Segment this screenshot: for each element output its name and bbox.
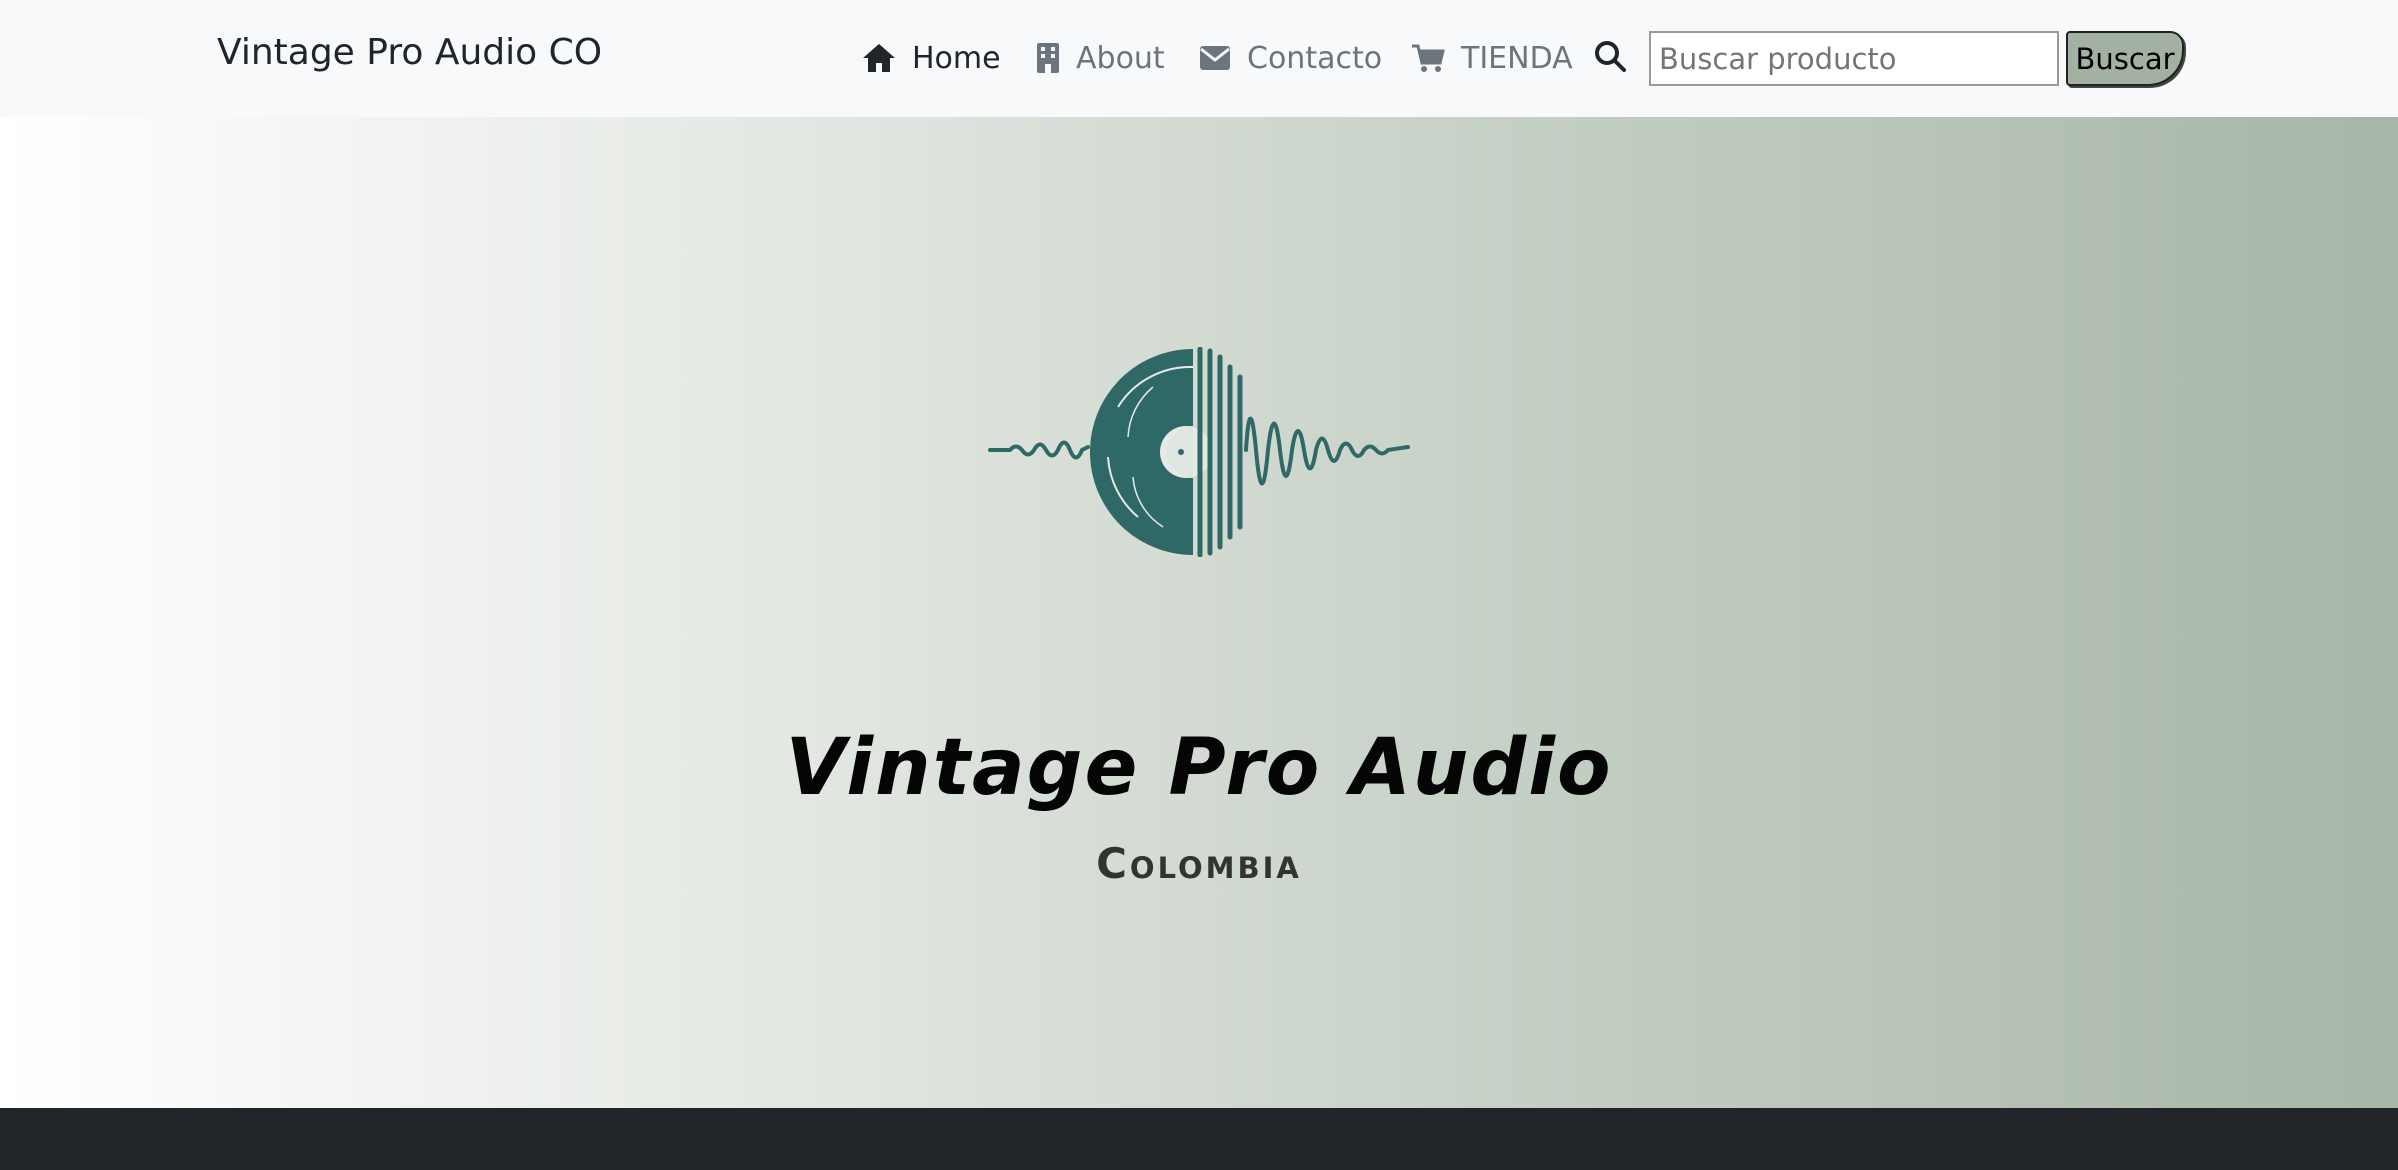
nav-about[interactable]: About [1036,36,1165,80]
navbar: Vintage Pro Audio CO Home About Contacto… [0,0,2398,117]
nav-shop-label: TIENDA [1461,40,1573,76]
cart-icon [1411,43,1445,73]
brand-link[interactable]: Vintage Pro Audio CO [217,32,602,73]
footer [0,1108,2398,1170]
nav-contact-label: Contacto [1247,40,1383,76]
envelope-icon [1199,45,1231,71]
hero-title: Vintage Pro Audio [785,723,1613,813]
hero-subtitle: Colombia [1096,839,1302,888]
nav-shop[interactable]: TIENDA [1411,36,1573,80]
building-icon [1036,42,1060,74]
hero-section: Vintage Pro Audio Colombia [0,117,2398,1108]
nav-home-label: Home [912,40,1001,76]
search-input[interactable] [1649,31,2059,86]
nav-home[interactable]: Home [862,36,1001,80]
nav-contact[interactable]: Contacto [1199,36,1382,80]
home-icon [862,43,896,73]
search-button[interactable]: Buscar [2066,31,2184,86]
nav-about-label: About [1076,40,1165,76]
search-icon[interactable] [1594,40,1626,77]
vinyl-record-soundwave-logo [988,346,1410,562]
